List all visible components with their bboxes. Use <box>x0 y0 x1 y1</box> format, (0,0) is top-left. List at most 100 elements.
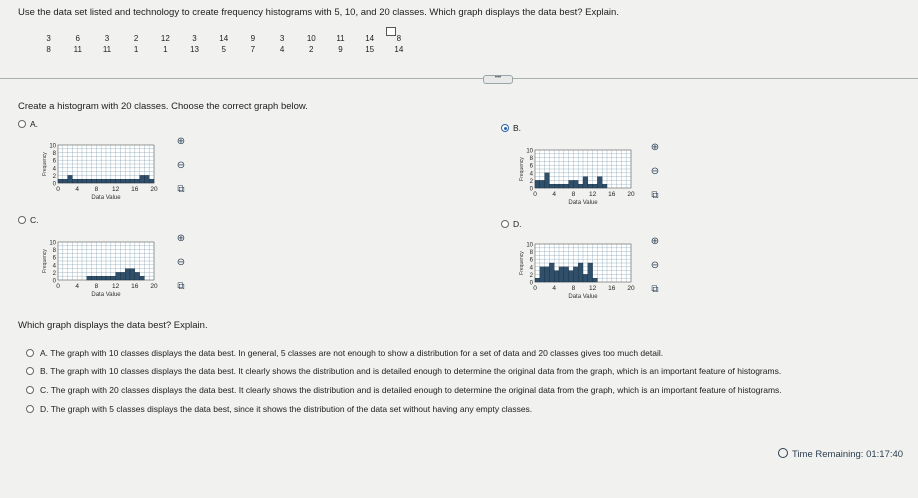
answer-text: The graph with 10 classes displays the d… <box>50 366 782 376</box>
zoom-in-icon[interactable]: ⊕ <box>175 233 187 245</box>
radio-option-b[interactable] <box>501 124 509 132</box>
histogram-svg: 02468100 4 8 12 16 20Data ValueFrequency <box>519 149 635 207</box>
histogram-bar <box>554 184 560 189</box>
y-tick-label: 4 <box>530 265 534 271</box>
data-cell: 3 <box>46 34 51 43</box>
histogram-bar <box>120 179 126 184</box>
histogram-bar <box>573 266 579 283</box>
radio-option-d[interactable] <box>501 220 509 228</box>
data-cell: 10 <box>306 34 316 43</box>
y-tick-label: 8 <box>53 151 57 157</box>
x-tick-label: 0 <box>56 283 60 290</box>
zoom-in-icon[interactable]: ⊕ <box>175 136 187 148</box>
instruction-text: Create a histogram with 20 classes. Choo… <box>18 101 308 112</box>
y-tick-label: 10 <box>49 241 56 247</box>
zoom-out-icon[interactable]: ⊖ <box>175 257 187 269</box>
popout-icon[interactable]: ⧉ <box>649 284 661 296</box>
histogram-bar <box>587 262 593 283</box>
zoom-out-icon[interactable]: ⊖ <box>649 260 661 272</box>
histogram-bar <box>539 266 545 283</box>
radio-answer-b[interactable] <box>26 367 34 375</box>
answer-text: The graph with 20 classes displays the d… <box>50 385 782 395</box>
data-cell: 11 <box>102 45 112 54</box>
histogram-bar <box>573 180 579 189</box>
data-cell: 6 <box>75 34 80 43</box>
x-tick-label: 8 <box>95 186 99 193</box>
x-tick-label: 8 <box>572 285 576 292</box>
histogram-bar <box>139 276 145 281</box>
histogram-bar <box>592 184 598 189</box>
histogram-bar <box>139 175 145 184</box>
data-cell: 11 <box>336 34 345 43</box>
answer-c[interactable]: C. The graph with 20 classes displays th… <box>40 385 782 395</box>
histogram-bar <box>105 179 111 184</box>
x-tick-label: 8 <box>95 283 99 290</box>
x-tick-label: 16 <box>608 285 616 292</box>
data-cell: 4 <box>279 45 285 54</box>
x-tick-label: 20 <box>627 191 635 198</box>
data-cell: 14 <box>219 34 229 43</box>
histogram-svg: 02468100 4 8 12 16 20Data ValueFrequency <box>42 144 158 202</box>
radio-option-a[interactable] <box>18 120 26 128</box>
data-cell: 12 <box>160 34 170 43</box>
histogram-bar <box>149 179 155 184</box>
y-tick-label: 2 <box>53 174 57 180</box>
answer-b[interactable]: B. The graph with 10 classes displays th… <box>40 366 781 376</box>
popout-icon[interactable]: ⧉ <box>175 281 187 293</box>
x-tick-label: 4 <box>552 285 556 292</box>
histogram-bar <box>144 175 150 184</box>
x-tick-label: 20 <box>627 285 635 292</box>
x-tick-label: 20 <box>150 283 158 290</box>
answer-d[interactable]: D. The graph with 5 classes displays the… <box>40 404 532 414</box>
x-tick-label: 12 <box>112 283 120 290</box>
histogram-bar <box>549 262 555 283</box>
histogram-bar <box>592 278 598 283</box>
y-tick-label: 8 <box>53 248 57 254</box>
radio-answer-c[interactable] <box>26 386 34 394</box>
x-tick-label: 20 <box>150 186 158 193</box>
y-tick-label: 10 <box>526 243 533 249</box>
copy-icon[interactable] <box>386 27 396 36</box>
radio-answer-d[interactable] <box>26 405 34 413</box>
zoom-out-icon[interactable]: ⊖ <box>175 160 187 172</box>
option-d-label: D. <box>513 219 522 229</box>
data-cell: 1 <box>133 45 139 54</box>
zoom-out-icon[interactable]: ⊖ <box>649 166 661 178</box>
x-tick-label: 0 <box>533 285 537 292</box>
histogram-svg: 02468100 4 8 12 16 20Data ValueFrequency <box>519 243 635 301</box>
histogram-bar <box>539 180 545 189</box>
answer-a[interactable]: A. The graph with 10 classes displays th… <box>40 348 663 358</box>
popout-icon[interactable]: ⧉ <box>649 190 661 202</box>
histogram-bar <box>568 180 574 189</box>
x-axis-label: Data Value <box>91 195 121 201</box>
histogram-bar <box>101 276 107 281</box>
y-tick-label: 6 <box>530 258 534 264</box>
y-tick-label: 4 <box>53 166 57 172</box>
y-tick-label: 6 <box>530 164 534 170</box>
data-cell: 3 <box>104 34 110 43</box>
histogram-svg: 02468100 4 8 12 16 20Data ValueFrequency <box>42 241 158 299</box>
popout-icon[interactable]: ⧉ <box>175 184 187 196</box>
zoom-in-icon[interactable]: ⊕ <box>649 236 661 248</box>
x-tick-label: 16 <box>131 283 139 290</box>
radio-option-c[interactable] <box>18 216 26 224</box>
y-tick-label: 10 <box>49 144 56 150</box>
histogram-bar <box>578 184 584 189</box>
histogram-bar <box>72 179 78 184</box>
expand-handle[interactable]: ••• <box>483 75 513 84</box>
histogram-bar <box>587 184 593 189</box>
answer-letter: C. <box>40 385 49 395</box>
histogram-bar <box>91 276 97 281</box>
x-tick-label: 0 <box>56 186 60 193</box>
answer-letter: D. <box>40 404 49 414</box>
histogram-bar <box>57 179 63 184</box>
histogram-bar <box>125 179 131 184</box>
histogram-bar <box>101 179 107 184</box>
histogram-option-b: 0 2 4 6 8 10 0 4 8 12 16 20 Data Value Frequency <box>517 146 642 215</box>
data-cell: 2 <box>309 45 314 54</box>
data-cell: 9 <box>250 34 256 43</box>
y-axis-label: Frequency <box>519 251 525 275</box>
zoom-in-icon[interactable]: ⊕ <box>649 142 661 154</box>
radio-answer-a[interactable] <box>26 349 34 357</box>
answer-letter: A. <box>40 348 49 358</box>
